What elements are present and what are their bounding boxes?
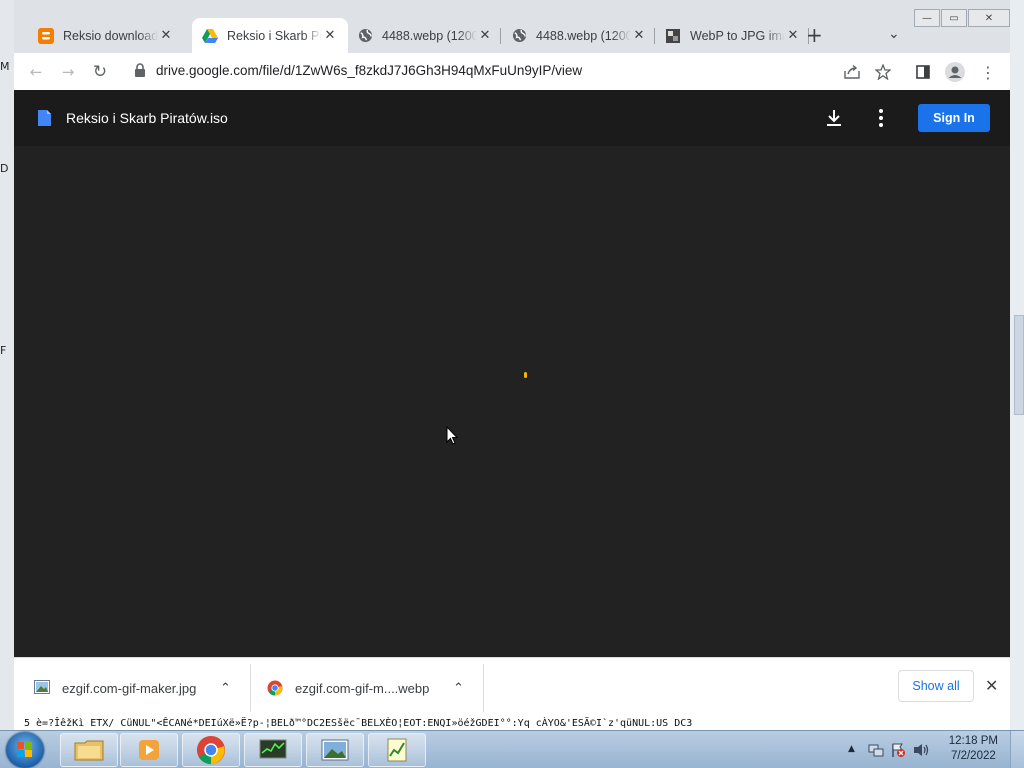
taskbar-explorer[interactable] xyxy=(60,733,118,767)
chrome-menu-button[interactable]: ⋮ xyxy=(977,61,999,83)
tab-title: 4488.webp (1200×1200) xyxy=(536,28,631,43)
close-tab-icon[interactable]: ✕ xyxy=(322,28,338,44)
network-icon[interactable] xyxy=(868,742,884,763)
loading-spinner xyxy=(524,372,527,378)
drive-file-viewer: Reksio i Skarb Piratów.iso Sign In xyxy=(14,90,1010,657)
mouse-cursor-icon xyxy=(446,425,459,450)
notepad-chart-icon xyxy=(387,738,407,762)
chrome-icon xyxy=(196,735,226,765)
lock-icon[interactable] xyxy=(134,63,146,82)
show-desktop-button[interactable] xyxy=(1010,731,1024,768)
new-tab-button[interactable]: + xyxy=(806,25,823,45)
download-item[interactable]: ezgif.com-gif-maker.jpg ⌃ xyxy=(34,658,249,718)
globe-icon xyxy=(357,28,373,44)
close-window-button[interactable]: ✕ xyxy=(968,9,1010,27)
tab-search-button[interactable]: ⌄ xyxy=(888,26,900,42)
show-hidden-icons-chevron-icon[interactable]: ▲ xyxy=(848,744,855,754)
viewer-header: Reksio i Skarb Piratów.iso Sign In xyxy=(14,90,1010,146)
download-options-chevron-icon[interactable]: ⌃ xyxy=(220,681,231,696)
taskbar-task-manager[interactable] xyxy=(244,733,302,767)
url-text[interactable]: drive.google.com/file/d/1ZwW6s_f8zkdJ7J6… xyxy=(156,63,582,78)
sign-in-button[interactable]: Sign In xyxy=(918,104,990,132)
windows-taskbar: ▲ 12:18 PM 7/2/2022 xyxy=(0,730,1024,768)
share-icon[interactable] xyxy=(841,61,863,83)
tab-webp-to-jpg[interactable]: WebP to JPG image converter ✕ xyxy=(655,18,811,53)
tab-title: Reksio download xyxy=(63,28,158,43)
more-options-icon[interactable] xyxy=(874,108,888,128)
reload-button[interactable]: ↻ xyxy=(89,61,111,83)
profile-avatar-icon[interactable] xyxy=(944,61,966,83)
action-center-flag-icon[interactable] xyxy=(890,742,906,763)
converter-icon xyxy=(665,28,681,44)
downloads-bar: ezgif.com-gif-maker.jpg ⌃ ezgif.com-gif-… xyxy=(14,657,1010,717)
task-manager-icon xyxy=(259,739,287,759)
close-tab-icon[interactable]: ✕ xyxy=(631,28,647,44)
tab-webp-image-2[interactable]: 4488.webp (1200×1200) ✕ xyxy=(501,18,657,53)
folder-icon xyxy=(74,740,104,761)
tab-strip: Reksio download ✕ Reksio i Skarb Piratów… xyxy=(28,18,928,53)
close-tab-icon[interactable]: ✕ xyxy=(158,28,174,44)
download-icon[interactable] xyxy=(824,108,844,128)
maximize-button[interactable]: ▭ xyxy=(941,9,967,27)
system-tray: ▲ 12:18 PM 7/2/2022 xyxy=(834,731,1024,768)
chrome-file-icon xyxy=(267,680,283,696)
tab-webp-image-1[interactable]: 4488.webp (1200×1200) ✕ xyxy=(347,18,503,53)
file-title: Reksio i Skarb Piratów.iso xyxy=(66,110,228,126)
download-separator xyxy=(483,664,484,712)
background-window-edge xyxy=(1010,0,1024,730)
taskbar-notepad-chart[interactable] xyxy=(368,733,426,767)
taskbar-photo-viewer[interactable] xyxy=(306,733,364,767)
volume-icon[interactable] xyxy=(912,742,930,763)
blogger-icon xyxy=(38,27,54,44)
show-all-downloads-button[interactable]: Show all xyxy=(898,670,974,702)
image-file-icon xyxy=(34,680,50,696)
close-tab-icon[interactable]: ✕ xyxy=(477,28,493,44)
media-player-icon xyxy=(139,740,159,760)
chrome-window: — ▭ ✕ Reksio download ✕ Reksio i Skarb P… xyxy=(14,0,1010,730)
back-button[interactable]: ← xyxy=(25,61,47,83)
desktop-icon-label: F xyxy=(0,344,7,357)
system-clock[interactable]: 12:18 PM 7/2/2022 xyxy=(949,734,998,764)
tab-title: Reksio i Skarb Piratów.iso xyxy=(227,28,322,43)
tab-google-drive[interactable]: Reksio i Skarb Piratów.iso ✕ xyxy=(192,18,348,53)
background-scrollbar xyxy=(1014,315,1024,415)
desktop-icon-label: M xyxy=(0,60,10,73)
download-filename: ezgif.com-gif-maker.jpg xyxy=(62,680,197,696)
clock-time: 12:18 PM xyxy=(948,735,998,747)
download-options-chevron-icon[interactable]: ⌃ xyxy=(453,681,464,696)
desktop-background: M D F xyxy=(0,0,14,768)
bookmark-star-icon[interactable] xyxy=(872,61,894,83)
tab-title: 4488.webp (1200×1200) xyxy=(382,28,477,43)
document-icon xyxy=(38,110,51,126)
download-item[interactable]: ezgif.com-gif-m....webp ⌃ xyxy=(267,658,482,718)
tab-reksio-download[interactable]: Reksio download ✕ xyxy=(28,18,184,53)
browser-toolbar: ← → ↻ drive.google.com/file/d/1ZwW6s_f8z… xyxy=(14,53,1010,90)
clock-date: 7/2/2022 xyxy=(951,750,996,762)
start-button[interactable] xyxy=(6,732,44,768)
google-drive-icon xyxy=(202,28,218,44)
photo-viewer-icon xyxy=(321,739,349,761)
background-text-strip: 5 è=?ÎêžKì ETX/ CüNUL"<ÊCANé*DEIúXë»Ë?p-… xyxy=(14,717,1010,730)
tab-title: WebP to JPG image converter xyxy=(690,28,785,43)
forward-button[interactable]: → xyxy=(57,61,79,83)
download-separator xyxy=(250,664,251,712)
address-bar[interactable]: drive.google.com/file/d/1ZwW6s_f8zkdJ7J6… xyxy=(126,57,872,85)
taskbar-media-player[interactable] xyxy=(120,733,178,767)
globe-icon xyxy=(511,28,527,44)
download-filename: ezgif.com-gif-m....webp xyxy=(295,680,430,696)
side-panel-icon[interactable] xyxy=(912,61,934,83)
close-downloads-bar-icon[interactable]: ✕ xyxy=(985,676,998,695)
taskbar-chrome[interactable] xyxy=(182,733,240,767)
desktop-icon-label: D xyxy=(0,162,9,175)
windows-logo-icon xyxy=(17,742,32,757)
close-tab-icon[interactable]: ✕ xyxy=(785,28,801,44)
